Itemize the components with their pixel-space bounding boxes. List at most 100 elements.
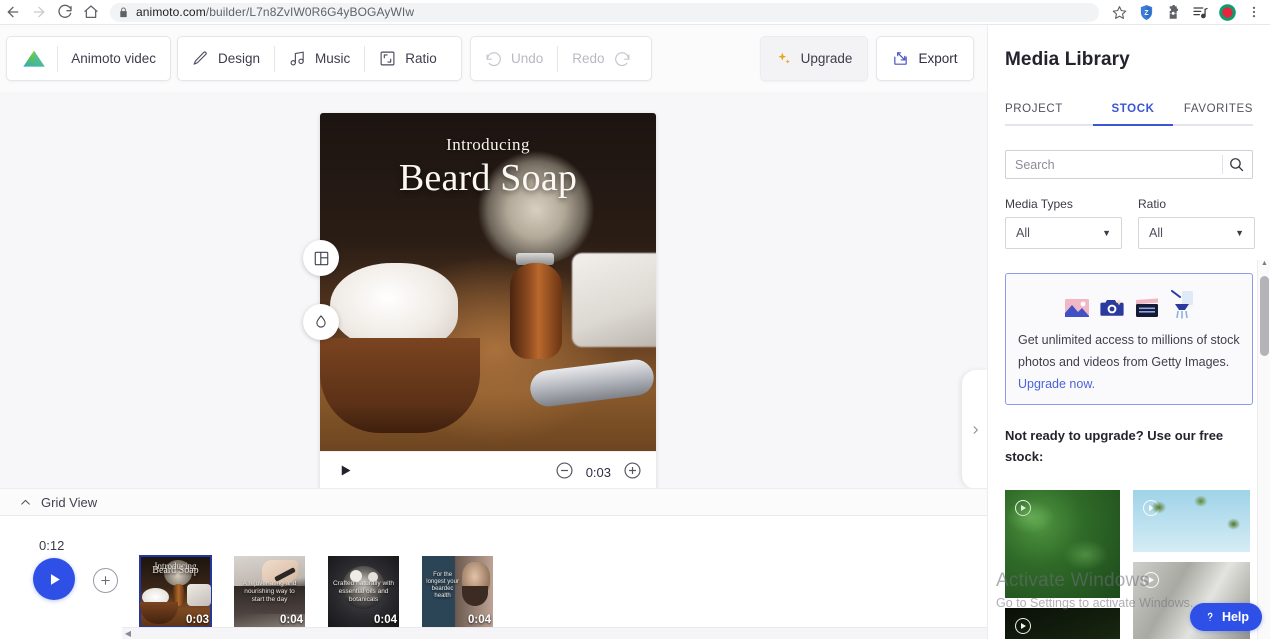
animoto-logo-icon (23, 50, 45, 67)
play-icon[interactable] (1143, 500, 1159, 516)
history-group: Undo Redo (470, 36, 652, 81)
slide-title-block: Introducing Beard Soap (320, 135, 656, 201)
puzzle-extension-icon[interactable] (1161, 1, 1185, 23)
animoto-logo[interactable] (7, 37, 57, 80)
upgrade-group: Upgrade (760, 36, 868, 81)
music-button[interactable]: Music (275, 37, 364, 80)
reload-icon[interactable] (52, 0, 78, 25)
add-clip-button[interactable] (93, 568, 118, 593)
undo-button[interactable]: Undo (471, 37, 557, 80)
layout-grid-icon (314, 251, 328, 265)
clip-caption: For the longest your beardec health (426, 571, 459, 599)
stock-thumbnail-basil-leaves[interactable] (1005, 490, 1120, 598)
timeline-clip[interactable]: A rejuvenating and nourishing way to sta… (234, 556, 305, 639)
clip-caption: Crafted naturally with essential oils an… (332, 580, 395, 604)
timeline-horizontal-scrollbar[interactable]: ◀ (122, 627, 987, 639)
layout-button[interactable] (303, 240, 339, 276)
upgrade-now-link[interactable]: Upgrade now. (1018, 377, 1095, 391)
stock-thumbnail-dandelions-sky[interactable] (1133, 490, 1250, 552)
video-preview-card: Introducing Beard Soap 0:03 (320, 113, 656, 493)
tab-favorites[interactable]: FAVORITES (1173, 103, 1253, 126)
ratio-filter: Ratio All ▼ (1138, 197, 1255, 249)
export-icon (894, 52, 908, 65)
towel-decor (572, 253, 656, 347)
redo-button[interactable]: Redo (558, 37, 644, 80)
minus-circle-icon (556, 461, 573, 479)
design-button[interactable]: Design (178, 37, 274, 80)
stock-thumbnail-dark-plant-buds[interactable] (1005, 608, 1120, 639)
project-name[interactable]: Animoto videc (57, 37, 170, 80)
upgrade-button[interactable]: Upgrade (761, 37, 867, 80)
divider (1222, 155, 1223, 174)
bookmark-star-icon[interactable] (1107, 1, 1131, 23)
slide-kicker: Introducing (446, 135, 530, 154)
plus-icon (101, 576, 110, 585)
promo-icon-row (1018, 286, 1240, 320)
preview-play-button[interactable] (338, 463, 353, 483)
clip-duration: 0:03 (185, 614, 209, 626)
search-icon[interactable] (1228, 156, 1245, 173)
duration-increase-button[interactable] (623, 461, 642, 485)
svg-text:Z: Z (1144, 10, 1148, 17)
shield-icon[interactable]: Z (1134, 1, 1158, 23)
tab-project[interactable]: PROJECT (1005, 103, 1093, 126)
chevron-down-icon: ▼ (1235, 228, 1244, 238)
home-icon[interactable] (78, 0, 104, 25)
canvas-area: Introducing Beard Soap 0:03 (0, 92, 988, 493)
app-toolbar: Animoto videc Design Music Ratio Undo Re… (0, 25, 987, 115)
ratio-button[interactable]: Ratio (365, 37, 451, 80)
app-root: animoto.com/builder/L7n8ZvIW0R6G4yBOGAyW… (0, 0, 1270, 639)
timeline-clip[interactable]: Crafted naturally with essential oils an… (328, 556, 399, 639)
media-types-filter: Media Types All ▼ (1005, 197, 1122, 249)
screen-recorder-icon[interactable] (1215, 1, 1239, 23)
ratio-label: Ratio (1138, 197, 1167, 211)
upgrade-promo-card: Get unlimited access to millions of stoc… (1005, 273, 1253, 405)
play-icon[interactable] (1015, 618, 1031, 634)
ratio-select[interactable]: All ▼ (1138, 217, 1255, 249)
film-clapper-icon (1135, 298, 1158, 317)
aspect-ratio-icon (380, 51, 395, 66)
slide-headline: Beard Soap (398, 157, 578, 199)
duration-decrease-button[interactable] (555, 461, 574, 485)
water-drop-icon (316, 315, 326, 328)
scroll-up-arrow-icon[interactable]: ▲ (1258, 260, 1270, 272)
timeline-clip[interactable]: For the longest your beardec health 0:04… (422, 556, 493, 639)
stock-column-left (1005, 490, 1120, 639)
timeline-total-duration: 0:12 (39, 538, 65, 553)
clip-caption: Beard Soap (152, 565, 199, 577)
export-button[interactable]: Export (877, 37, 973, 80)
grid-view-bar[interactable]: Grid View (0, 488, 987, 515)
preview-time: 0:03 (585, 465, 611, 480)
redo-label: Redo (572, 51, 605, 66)
search-input[interactable] (1015, 157, 1217, 172)
play-icon[interactable] (1015, 500, 1031, 516)
slide-preview[interactable]: Introducing Beard Soap (320, 113, 656, 451)
clip-duration: 0:04 (279, 614, 303, 626)
media-search-box[interactable] (1005, 150, 1253, 179)
player-duration-controls: 0:03 (555, 461, 642, 485)
back-arrow-icon[interactable] (0, 0, 26, 25)
media-library-tabs: PROJECT STOCK FAVORITES (1005, 103, 1253, 126)
razor (528, 357, 656, 409)
help-button[interactable]: Help (1190, 603, 1262, 631)
tab-stock[interactable]: STOCK (1093, 103, 1173, 126)
address-bar[interactable]: animoto.com/builder/L7n8ZvIW0R6G4yBOGAyW… (110, 2, 1099, 22)
timeline-play-button[interactable] (33, 558, 75, 600)
chrome-menu-icon[interactable] (1242, 1, 1266, 23)
timeline-clip[interactable]: Introducing Beard Soap 0:03 1 (139, 555, 212, 639)
media-filters: Media Types All ▼ Ratio All ▼ (1005, 197, 1255, 249)
reading-list-icon[interactable] (1188, 1, 1212, 23)
collapse-panel-button[interactable] (962, 370, 988, 489)
timeline: 0:12 Introducing Beard Soap 0:03 1 (0, 515, 987, 639)
project-group: Animoto videc (6, 36, 171, 81)
play-icon[interactable] (1143, 572, 1159, 588)
media-library-scrollbar[interactable]: ▲ ▼ (1257, 260, 1270, 639)
free-stock-heading: Not ready to upgrade? Use our free stock… (1005, 428, 1224, 464)
media-types-select[interactable]: All ▼ (1005, 217, 1122, 249)
clip-thumbnail: Introducing Beard Soap 0:03 (139, 555, 212, 628)
scroll-left-arrow-icon[interactable]: ◀ (122, 629, 134, 638)
scrollbar-thumb[interactable] (1260, 276, 1269, 356)
question-mark-icon (1207, 612, 1213, 622)
forward-arrow-icon[interactable] (26, 0, 52, 25)
color-button[interactable] (303, 304, 339, 340)
